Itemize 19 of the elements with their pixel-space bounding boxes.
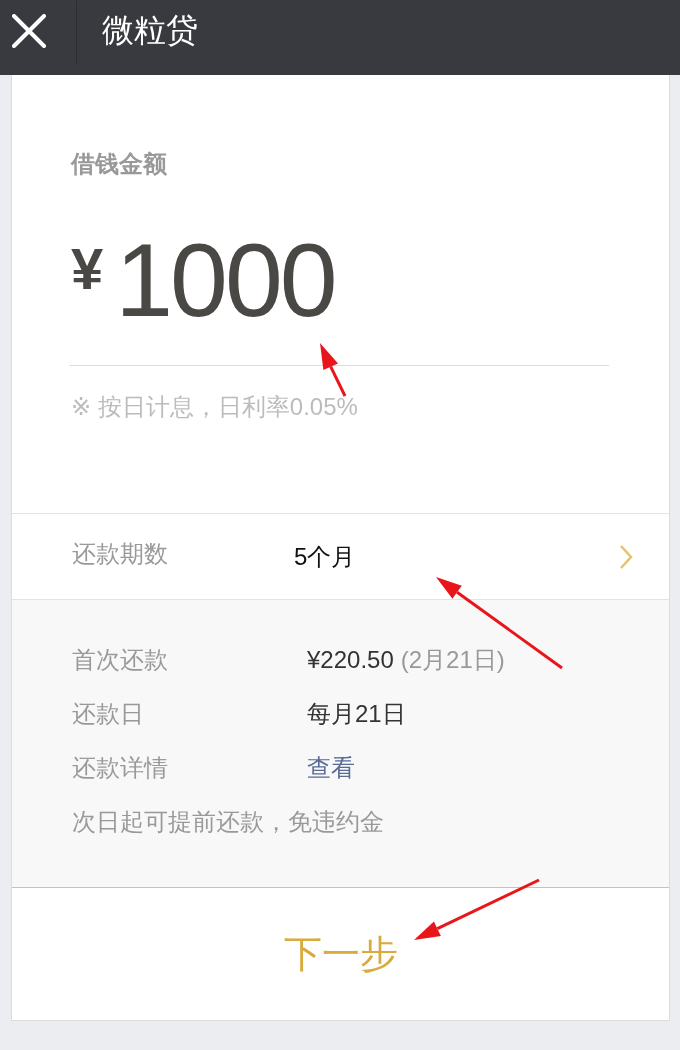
date-text: (2月21日) [400,645,505,675]
page-title: 微粒贷 [102,10,198,50]
detail-label: 首次还款 [72,645,169,675]
term-value: 5个月 [294,541,357,572]
amount-label: 借钱金额 [71,149,167,179]
detail-value: 每月21日 [307,699,406,729]
interest-note: ※ 按日计息，日利率0.05% [71,392,358,422]
loan-amount: 1000 [115,228,335,332]
close-button[interactable] [12,13,46,48]
currency-symbol: ¥ [71,235,104,303]
view-link[interactable]: 查看 [307,752,355,784]
term-label: 还款期数 [72,538,169,569]
detail-value: ¥220.50 [307,645,394,675]
chevron-icon [619,543,633,570]
detail-label: 还款日 [72,699,145,729]
close-icon [12,13,46,48]
annotation-arrow [320,343,347,397]
prepayment-note: 次日起可提前还款，免违约金 [72,807,385,837]
detail-label: 还款详情 [72,753,169,783]
